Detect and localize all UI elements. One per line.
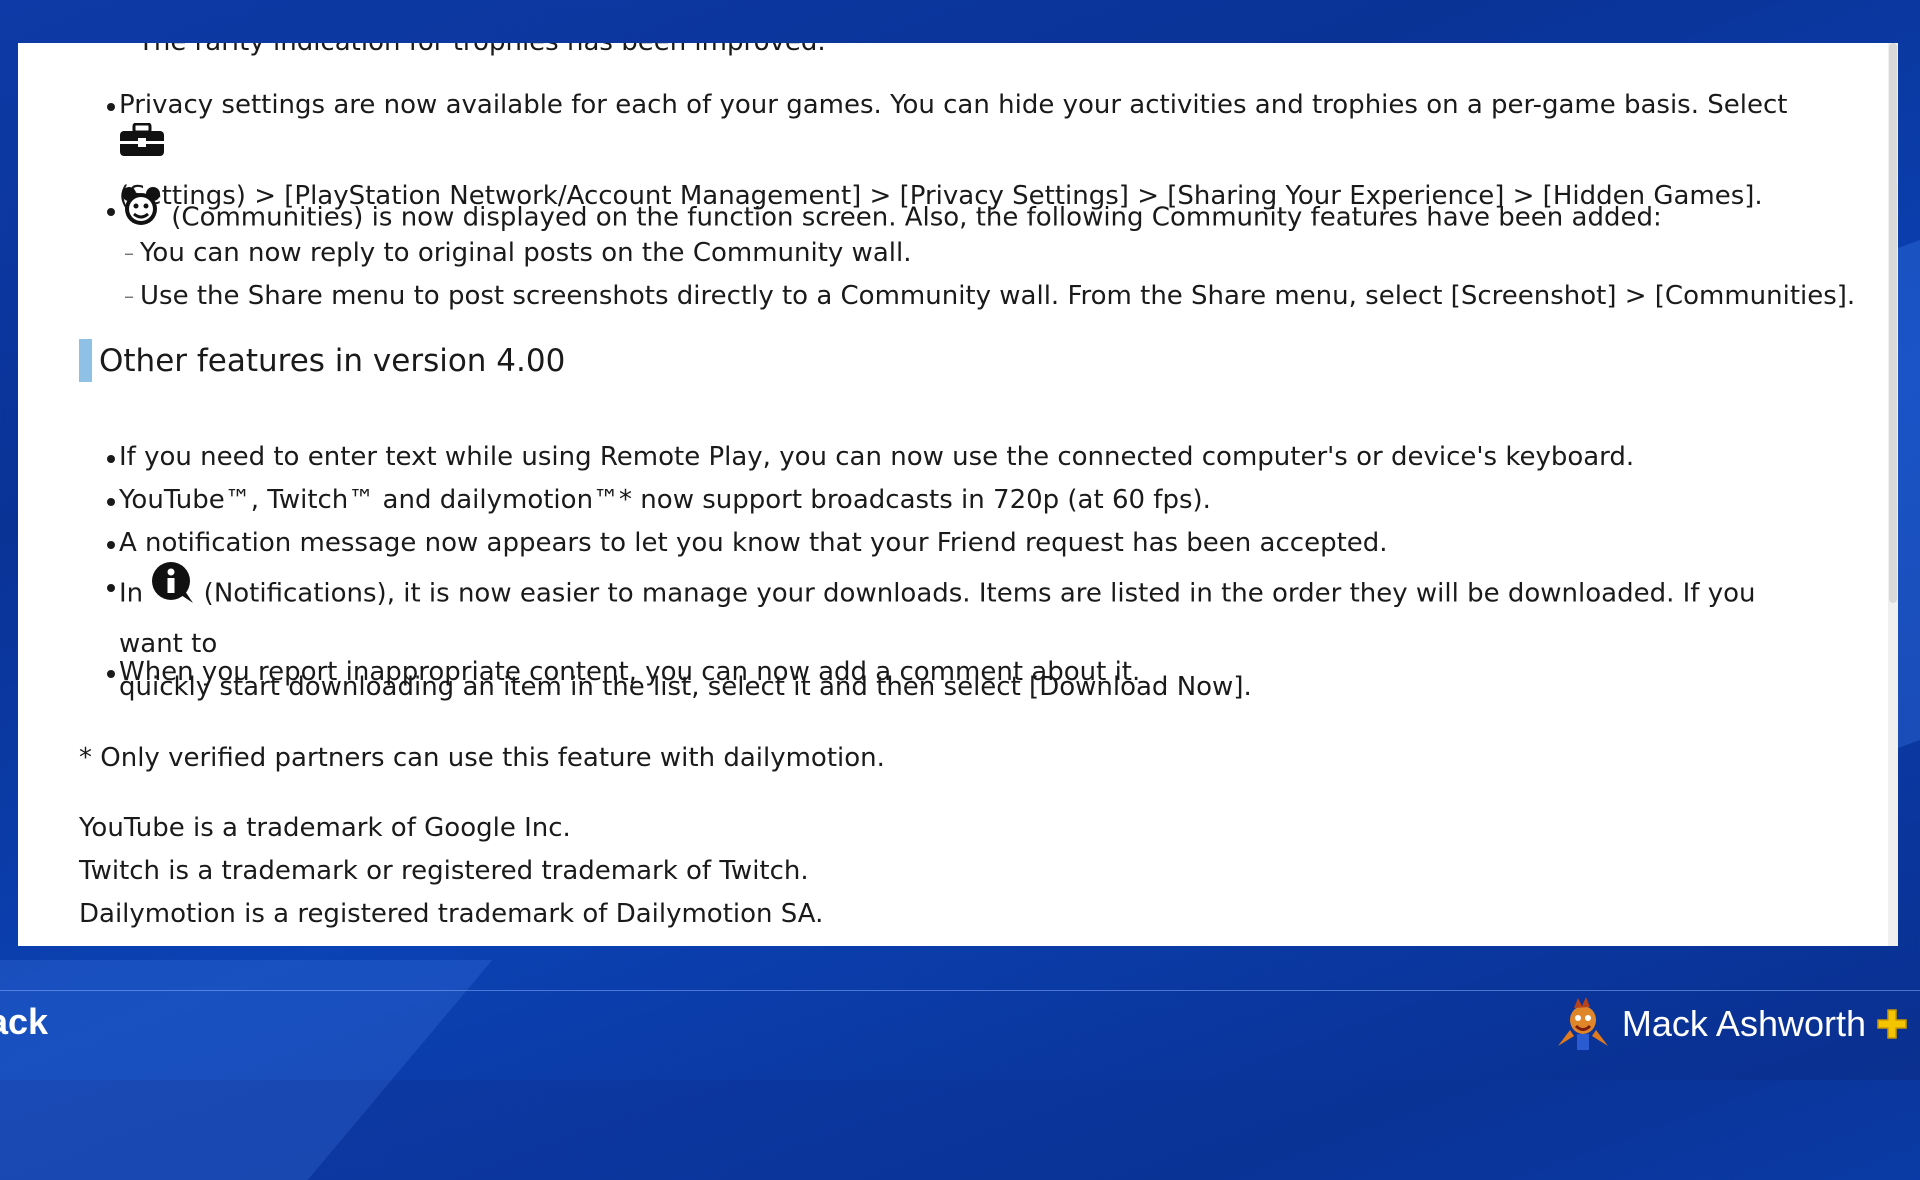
bullet-remote-play: If you need to enter text while using Re… xyxy=(107,436,1799,479)
community-subitem: – Use the Share menu to post screenshots… xyxy=(124,281,1856,311)
scrollbar-thumb[interactable] xyxy=(1889,43,1897,603)
section-heading: Other features in version 4.00 xyxy=(79,339,565,382)
user-profile: Mack Ashworth xyxy=(1552,996,1908,1052)
username: Mack Ashworth xyxy=(1621,1003,1866,1044)
bullet-friend-request: A notification message now appears to le… xyxy=(107,522,1799,565)
bullet-report-content: When you report inappropriate content, y… xyxy=(107,651,1799,694)
community-subitem-text: You can now reply to original posts on t… xyxy=(140,238,912,268)
toolbox-icon xyxy=(119,122,165,171)
footnote: * Only verified partners can use this fe… xyxy=(79,743,885,773)
info-icon xyxy=(151,561,195,619)
trademark-dailymotion: Dailymotion is a registered trademark of… xyxy=(79,899,824,929)
bullet-privacy-line1: Privacy settings are now available for e… xyxy=(119,90,1788,120)
footer-divider xyxy=(0,990,1920,991)
avatar-icon xyxy=(1552,996,1614,1052)
community-subitem-text: Use the Share menu to post screenshots d… xyxy=(140,281,1856,311)
bullet-broadcast: YouTube™, Twitch™ and dailymotion™* now … xyxy=(107,479,1799,522)
trademark-twitch: Twitch is a trademark or registered trad… xyxy=(79,856,809,886)
background-streak xyxy=(0,960,493,1180)
bullet-notifications-prefix: In xyxy=(119,578,152,609)
back-button[interactable]: ack xyxy=(0,1001,48,1043)
trademark-youtube: YouTube is a trademark of Google Inc. xyxy=(79,813,571,843)
ps-plus-icon xyxy=(1876,1008,1908,1040)
bullet-communities-text: (Communities) is now displayed on the fu… xyxy=(163,202,1662,233)
bullet-notifications-line1: (Notifications), it is now easier to man… xyxy=(119,578,1756,660)
update-notes-panel[interactable]: The rarity indication for trophies has b… xyxy=(18,43,1898,946)
cut-off-line: The rarity indication for trophies has b… xyxy=(138,43,826,57)
section-heading-text: Other features in version 4.00 xyxy=(99,342,566,379)
community-subitem: – You can now reply to original posts on… xyxy=(124,238,912,268)
scrollbar[interactable] xyxy=(1888,43,1898,946)
heading-accent-bar xyxy=(79,339,92,382)
